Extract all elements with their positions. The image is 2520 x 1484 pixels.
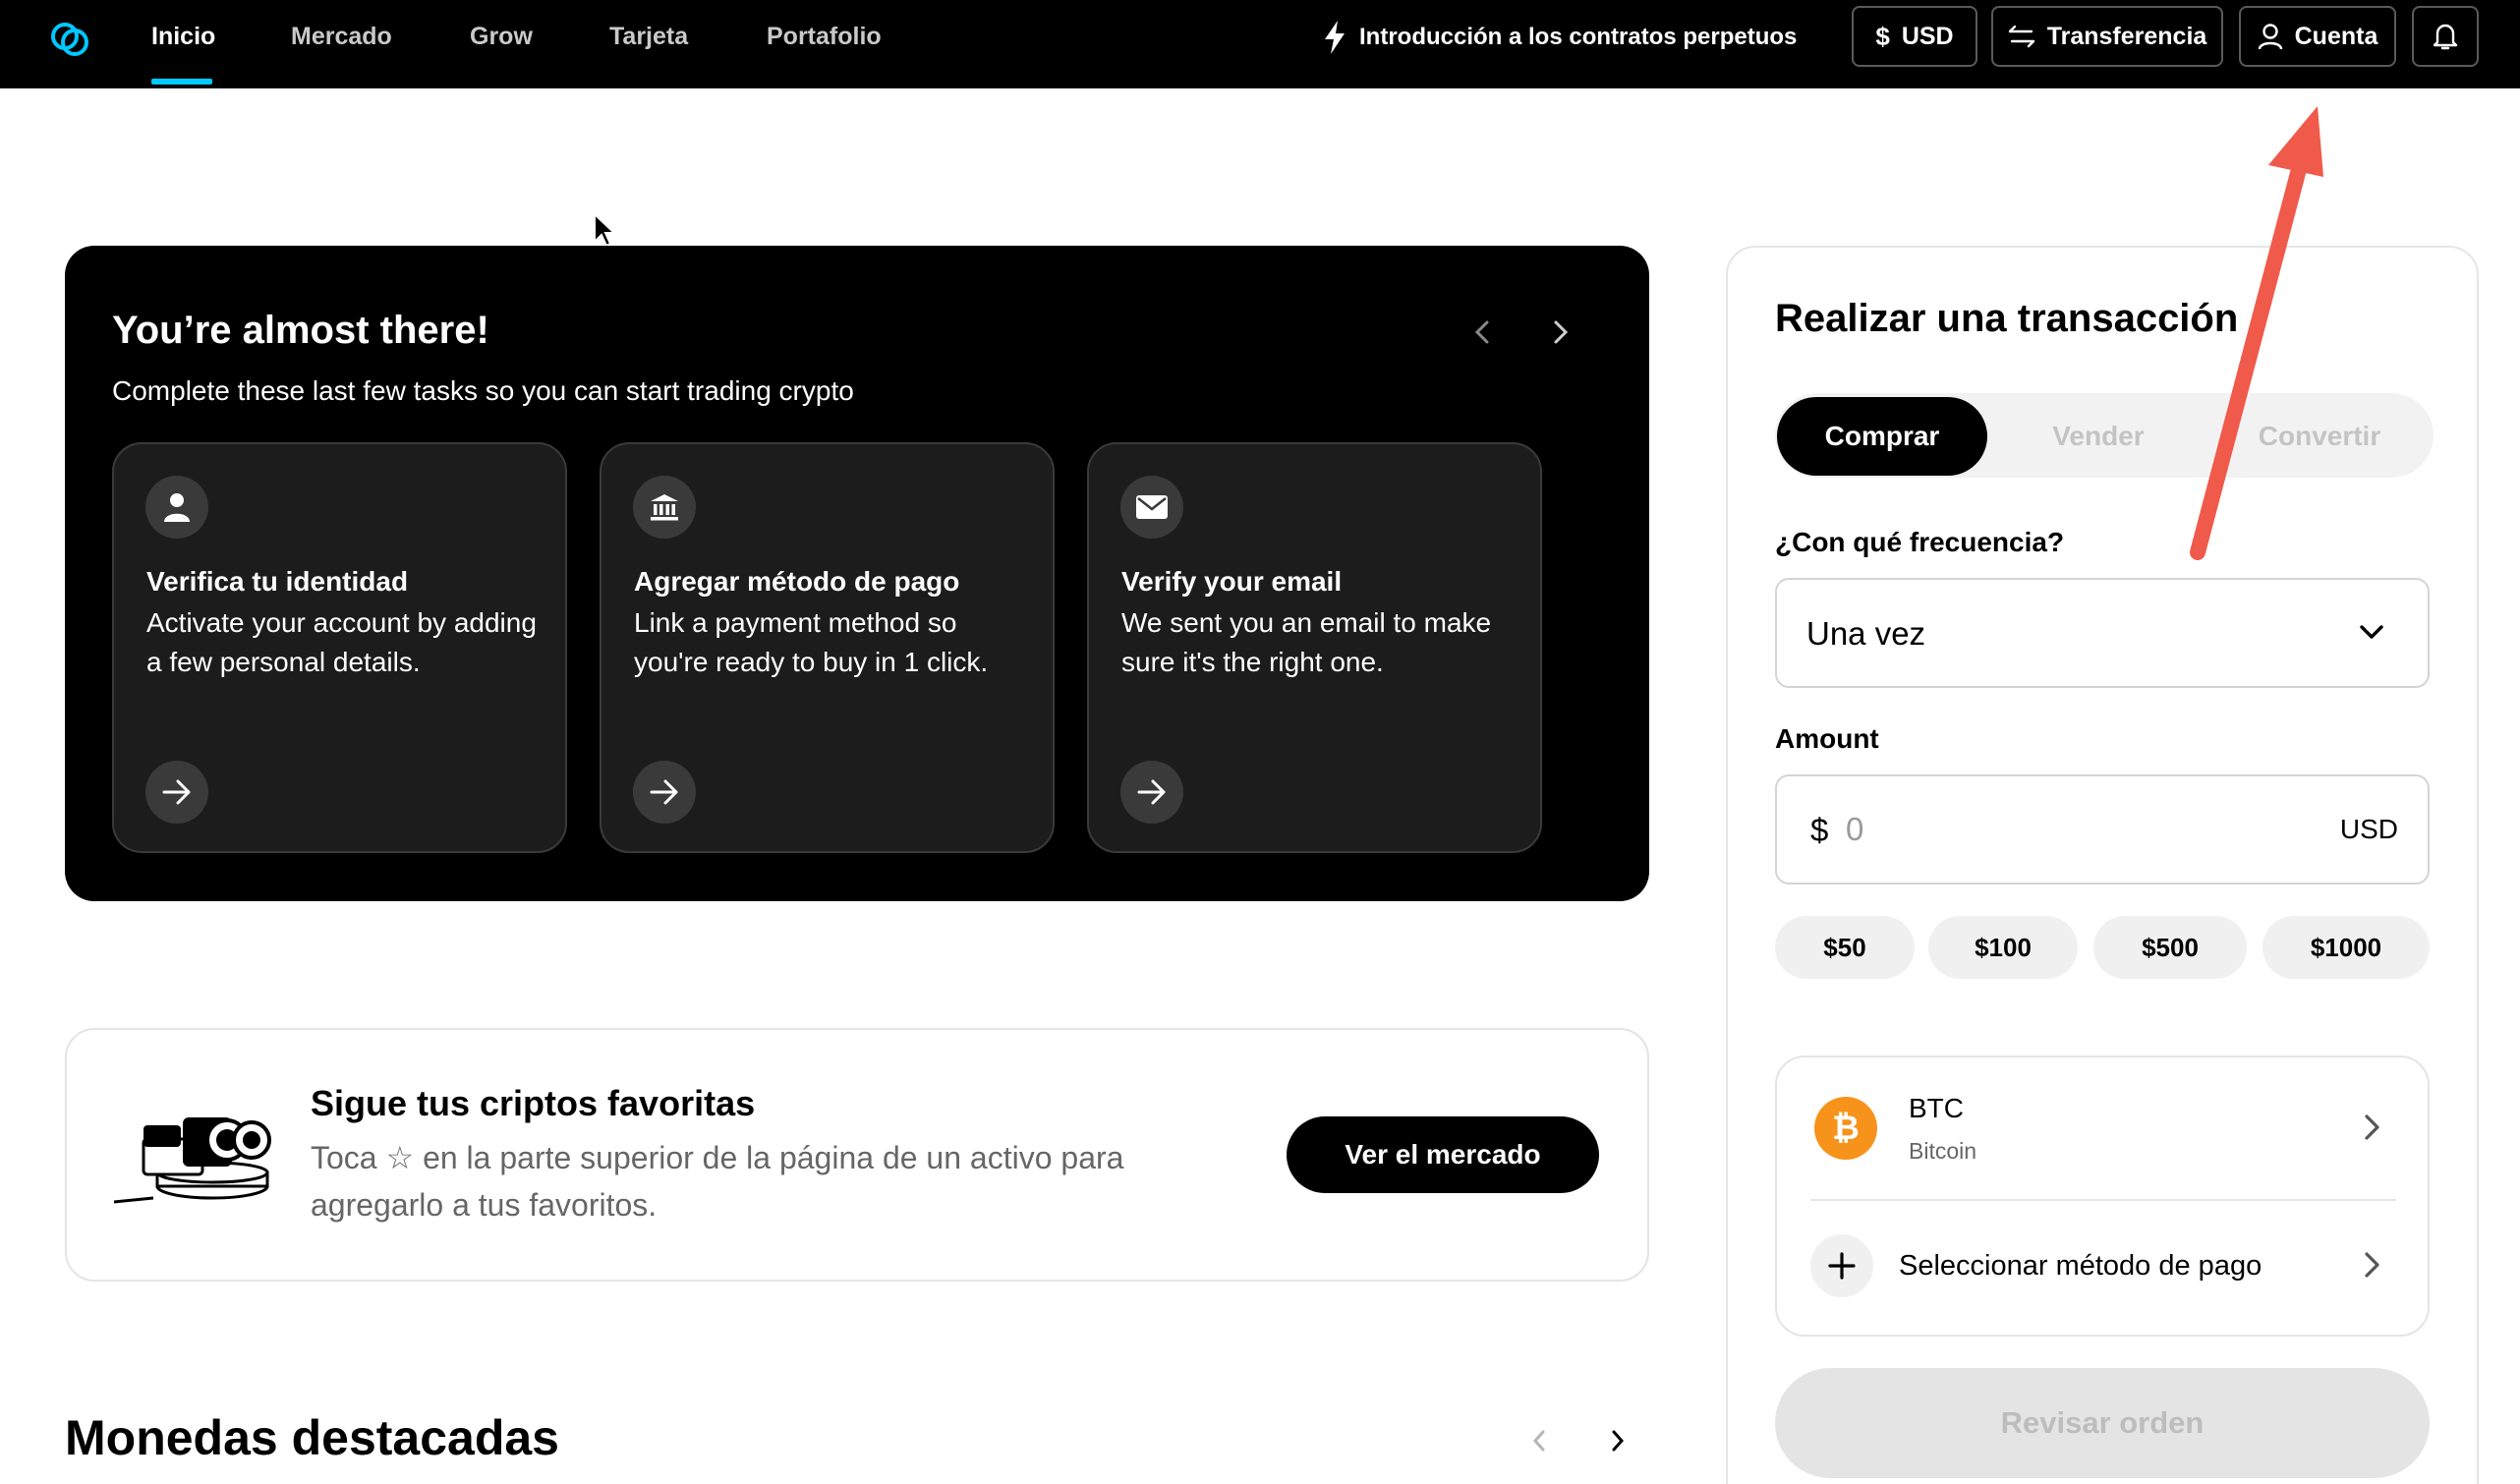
featured-prev-button[interactable]: [1519, 1421, 1559, 1460]
chevron-left-icon: [1532, 1430, 1545, 1452]
chevron-right-icon[interactable]: [2359, 1113, 2384, 1142]
notifications-button[interactable]: [2412, 6, 2479, 67]
transaction-title: Realizar una transacción: [1775, 297, 2239, 340]
asset-and-payment-box: [1775, 1056, 2430, 1337]
promo-label: Introducción a los contratos perpetuos: [1359, 24, 1798, 50]
active-tab-indicator: [151, 79, 212, 85]
task-description: We sent you an email to make sure it's t…: [1121, 607, 1492, 677]
nav-link-grow[interactable]: Grow: [470, 22, 533, 51]
perpetuals-promo-link[interactable]: Introducción a los contratos perpetuos: [1322, 18, 1797, 57]
task-description: Link a payment method so you're ready to…: [634, 607, 989, 677]
mouse-cursor-icon: [594, 212, 617, 248]
chevron-right-icon: [1554, 320, 1569, 344]
person-icon: [145, 476, 208, 539]
currency-label: USD: [1901, 22, 1954, 50]
amount-currency-symbol: $: [1810, 812, 1829, 848]
view-market-button[interactable]: Ver el mercado: [1287, 1116, 1599, 1193]
transfer-arrows-icon: [2008, 25, 2034, 48]
nav-link-portafolio[interactable]: Portafolio: [767, 22, 882, 51]
task-card-verify-identity[interactable]: Verifica tu identidad Activate your acco…: [112, 442, 567, 853]
quick-amount-100[interactable]: $100: [1928, 916, 2078, 979]
frequency-label: ¿Con qué frecuencia?: [1775, 527, 2065, 557]
account-button[interactable]: Cuenta: [2239, 6, 2396, 67]
amount-currency-code: USD: [2339, 814, 2398, 844]
user-icon: [2258, 24, 2282, 50]
featured-coins-heading: Monedas destacadas: [65, 1410, 559, 1465]
featured-next-button[interactable]: [1598, 1421, 1637, 1460]
nav-link-inicio[interactable]: Inicio: [151, 22, 215, 51]
favorites-description: Toca ☆ en la parte superior de la página…: [311, 1140, 1124, 1223]
bank-icon: [633, 476, 696, 539]
onboarding-subtitle: Complete these last few tasks so you can…: [112, 375, 854, 406]
quick-amount-500[interactable]: $500: [2093, 916, 2247, 979]
frequency-select[interactable]: Una vez: [1775, 578, 2430, 688]
transfer-label: Transferencia: [2046, 22, 2207, 50]
quick-amount-50[interactable]: $50: [1775, 916, 1915, 979]
review-order-button[interactable]: Revisar orden: [1775, 1368, 2430, 1478]
transfer-button[interactable]: Transferencia: [1991, 6, 2223, 67]
account-label: Cuenta: [2294, 22, 2378, 50]
task-card-verify-email[interactable]: Verify your email We sent you an email t…: [1087, 442, 1542, 853]
bitcoin-icon: ₿: [1814, 1097, 1877, 1160]
chevron-left-icon: [1474, 320, 1489, 344]
task-title: Verify your email: [1121, 566, 1343, 597]
tab-comprar[interactable]: Comprar: [1777, 397, 1987, 476]
quick-amount-1000[interactable]: $1000: [2262, 916, 2430, 979]
arrow-right-icon[interactable]: [145, 761, 208, 824]
task-card-add-payment[interactable]: Agregar método de pago Link a payment me…: [600, 442, 1055, 853]
currency-button[interactable]: $ USD: [1852, 6, 1977, 67]
lightning-icon: [1325, 21, 1345, 54]
carousel-prev-button[interactable]: [1462, 313, 1502, 352]
amount-label: Amount: [1775, 723, 1879, 754]
onboarding-title: You’re almost there!: [112, 309, 489, 352]
frequency-value: Una vez: [1806, 615, 1926, 652]
nav-link-tarjeta[interactable]: Tarjeta: [609, 22, 688, 51]
tab-vender[interactable]: Vender: [1995, 397, 2202, 476]
top-navigation-bar: Inicio Mercado Grow Tarjeta Portafolio I…: [0, 0, 2520, 88]
envelope-icon: [1120, 476, 1183, 539]
chevron-down-icon: [2360, 625, 2383, 639]
amount-input[interactable]: [1846, 806, 2259, 853]
arrow-right-icon[interactable]: [633, 761, 696, 824]
divider: [1810, 1199, 2396, 1201]
arrow-right-icon[interactable]: [1120, 761, 1183, 824]
tab-convertir[interactable]: Convertir: [2211, 397, 2428, 476]
task-title: Verifica tu identidad: [146, 566, 409, 597]
plus-icon[interactable]: [1810, 1234, 1873, 1297]
chevron-right-icon[interactable]: [2359, 1250, 2384, 1280]
bell-icon: [2433, 24, 2458, 50]
asset-symbol[interactable]: BTC: [1909, 1093, 1964, 1124]
task-description: Activate your account by adding a few pe…: [146, 607, 537, 677]
task-title: Agregar método de pago: [634, 566, 960, 597]
nav-link-mercado[interactable]: Mercado: [291, 22, 392, 51]
select-payment-method-label[interactable]: Seleccionar método de pago: [1899, 1250, 2262, 1283]
carousel-next-button[interactable]: [1541, 313, 1580, 352]
gemini-logo-icon[interactable]: [47, 17, 92, 62]
dollar-icon: $: [1875, 21, 1890, 51]
amount-field[interactable]: $ USD: [1775, 774, 2430, 885]
asset-name: Bitcoin: [1909, 1138, 1977, 1164]
chevron-right-icon: [1612, 1430, 1625, 1452]
favorites-title: Sigue tus criptos favoritas: [311, 1083, 756, 1123]
binoculars-illustration-icon: [114, 1117, 271, 1204]
